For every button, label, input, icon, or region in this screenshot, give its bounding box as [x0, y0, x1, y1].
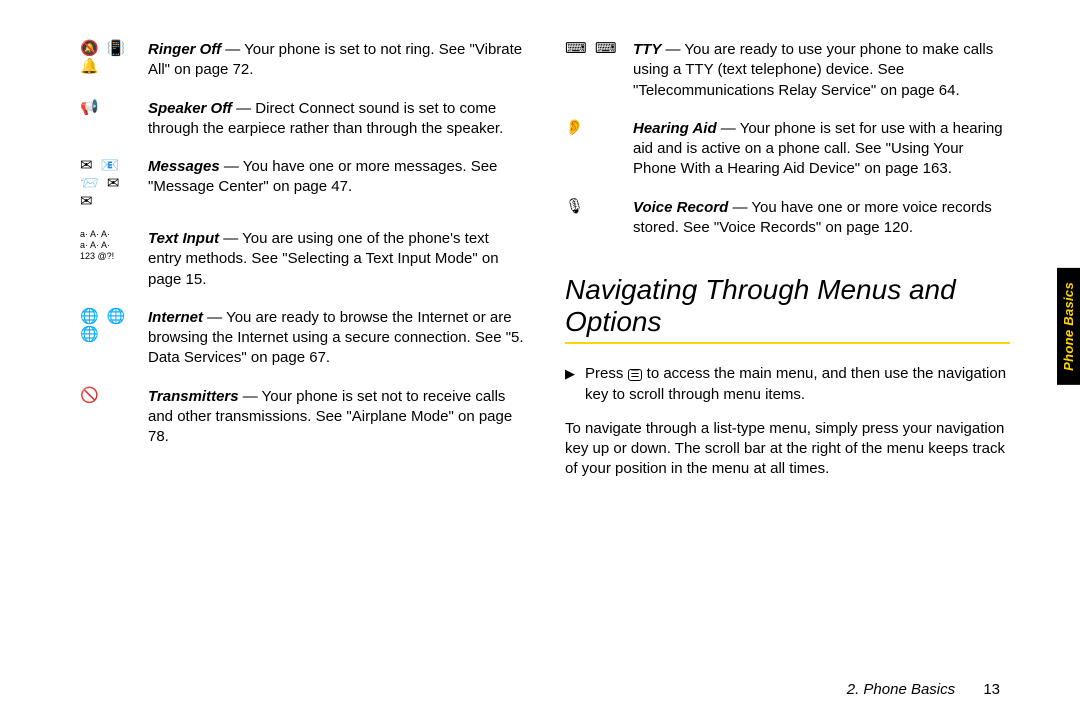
term: Messages	[148, 158, 220, 175]
term: Ringer Off	[148, 41, 221, 58]
term: Internet	[148, 309, 203, 326]
term: Hearing Aid	[633, 120, 717, 137]
entry-text: Ringer Off — Your phone is set to not ri…	[148, 40, 525, 81]
term: Voice Record	[633, 199, 728, 216]
footer-chapter: 2. Phone Basics	[847, 681, 955, 698]
body: — You are ready to browse the Internet o…	[148, 309, 524, 367]
entry-text: Messages — You have one or more messages…	[148, 157, 525, 211]
entry-text: Voice Record — You have one or more voic…	[633, 198, 1010, 239]
body: — You are ready to use your phone to mak…	[633, 41, 993, 99]
microphone-icon: 🎙	[565, 198, 621, 216]
icon-group-internet: 🌐 🌐 🌐	[80, 308, 136, 369]
side-tab-label: Phone Basics	[1057, 268, 1080, 385]
entry-internet: 🌐 🌐 🌐 Internet — You are ready to browse…	[80, 308, 525, 369]
nav-paragraph: To navigate through a list-type menu, si…	[565, 419, 1010, 480]
entry-text: Transmitters — Your phone is set not to …	[148, 387, 525, 448]
bullet-item: ▶ Press ☰ to access the main menu, and t…	[565, 364, 1010, 405]
icon-group-transmitters: 🚫	[80, 387, 136, 448]
left-column: 🔕 📳 🔔 Ringer Off — Your phone is set to …	[80, 40, 525, 620]
bullet-arrow-icon: ▶	[565, 364, 575, 405]
text-mode-icon: a· A· A·	[80, 229, 136, 240]
term: Transmitters	[148, 388, 239, 405]
text-mode-icon: a· A· A·	[80, 240, 136, 251]
entry-messages: ✉ 📧 📨 ✉ ✉ Messages — You have one or mor…	[80, 157, 525, 211]
globe-icon: 🌐 🌐	[80, 308, 136, 326]
icon-group-text-input: a· A· A· a· A· A· 123 @?!	[80, 229, 136, 290]
bell-icon: 🔔	[80, 58, 136, 76]
page-footer: 2. Phone Basics 13	[847, 681, 1000, 698]
text-mode-icon: 123 @?!	[80, 251, 136, 262]
entry-text: Text Input — You are using one of the ph…	[148, 229, 525, 290]
envelope-icon: ✉ 📧	[80, 157, 136, 175]
icon-group-speaker: 📢	[80, 99, 136, 140]
icon-group-voice: 🎙	[565, 198, 621, 239]
section-rule	[565, 342, 1010, 344]
menu-key-icon: ☰	[628, 369, 643, 381]
entry-text: Internet — You are ready to browse the I…	[148, 308, 525, 369]
term: Speaker Off	[148, 100, 232, 117]
tty-icon: ⌨ ⌨	[565, 40, 621, 58]
speaker-off-icon: 📢	[80, 99, 136, 117]
entry-speaker-off: 📢 Speaker Off — Direct Connect sound is …	[80, 99, 525, 140]
ringer-off-icon: 🔕 📳	[80, 40, 136, 58]
bullet-text: Press ☰ to access the main menu, and the…	[585, 364, 1010, 405]
entry-voice-record: 🎙 Voice Record — You have one or more vo…	[565, 198, 1010, 239]
entry-text: TTY — You are ready to use your phone to…	[633, 40, 1010, 101]
entry-transmitters: 🚫 Transmitters — Your phone is set not t…	[80, 387, 525, 448]
hearing-aid-icon: 👂	[565, 119, 621, 137]
icon-group-messages: ✉ 📧 📨 ✉ ✉	[80, 157, 136, 211]
no-signal-icon: 🚫	[80, 387, 136, 405]
page-content: 🔕 📳 🔔 Ringer Off — Your phone is set to …	[0, 0, 1080, 660]
bullet-post: to access the main menu, and then use th…	[585, 365, 1006, 402]
section-heading: Navigating Through Menus and Options	[565, 274, 1010, 338]
bullet-pre: Press	[585, 365, 628, 382]
right-column: ⌨ ⌨ TTY — You are ready to use your phon…	[565, 40, 1010, 620]
envelope-icon: ✉	[80, 193, 136, 211]
entry-text-input: a· A· A· a· A· A· 123 @?! Text Input — Y…	[80, 229, 525, 290]
icon-group-tty: ⌨ ⌨	[565, 40, 621, 101]
entry-tty: ⌨ ⌨ TTY — You are ready to use your phon…	[565, 40, 1010, 101]
icon-group-hearing: 👂	[565, 119, 621, 180]
term: Text Input	[148, 230, 219, 247]
icon-group-ringer: 🔕 📳 🔔	[80, 40, 136, 81]
term: TTY	[633, 41, 661, 58]
entry-text: Speaker Off — Direct Connect sound is se…	[148, 99, 525, 140]
entry-text: Hearing Aid — Your phone is set for use …	[633, 119, 1010, 180]
globe-lock-icon: 🌐	[80, 326, 136, 344]
footer-page-number: 13	[983, 681, 1000, 698]
entry-ringer-off: 🔕 📳 🔔 Ringer Off — Your phone is set to …	[80, 40, 525, 81]
envelope-icon: 📨 ✉	[80, 175, 136, 193]
entry-hearing-aid: 👂 Hearing Aid — Your phone is set for us…	[565, 119, 1010, 180]
